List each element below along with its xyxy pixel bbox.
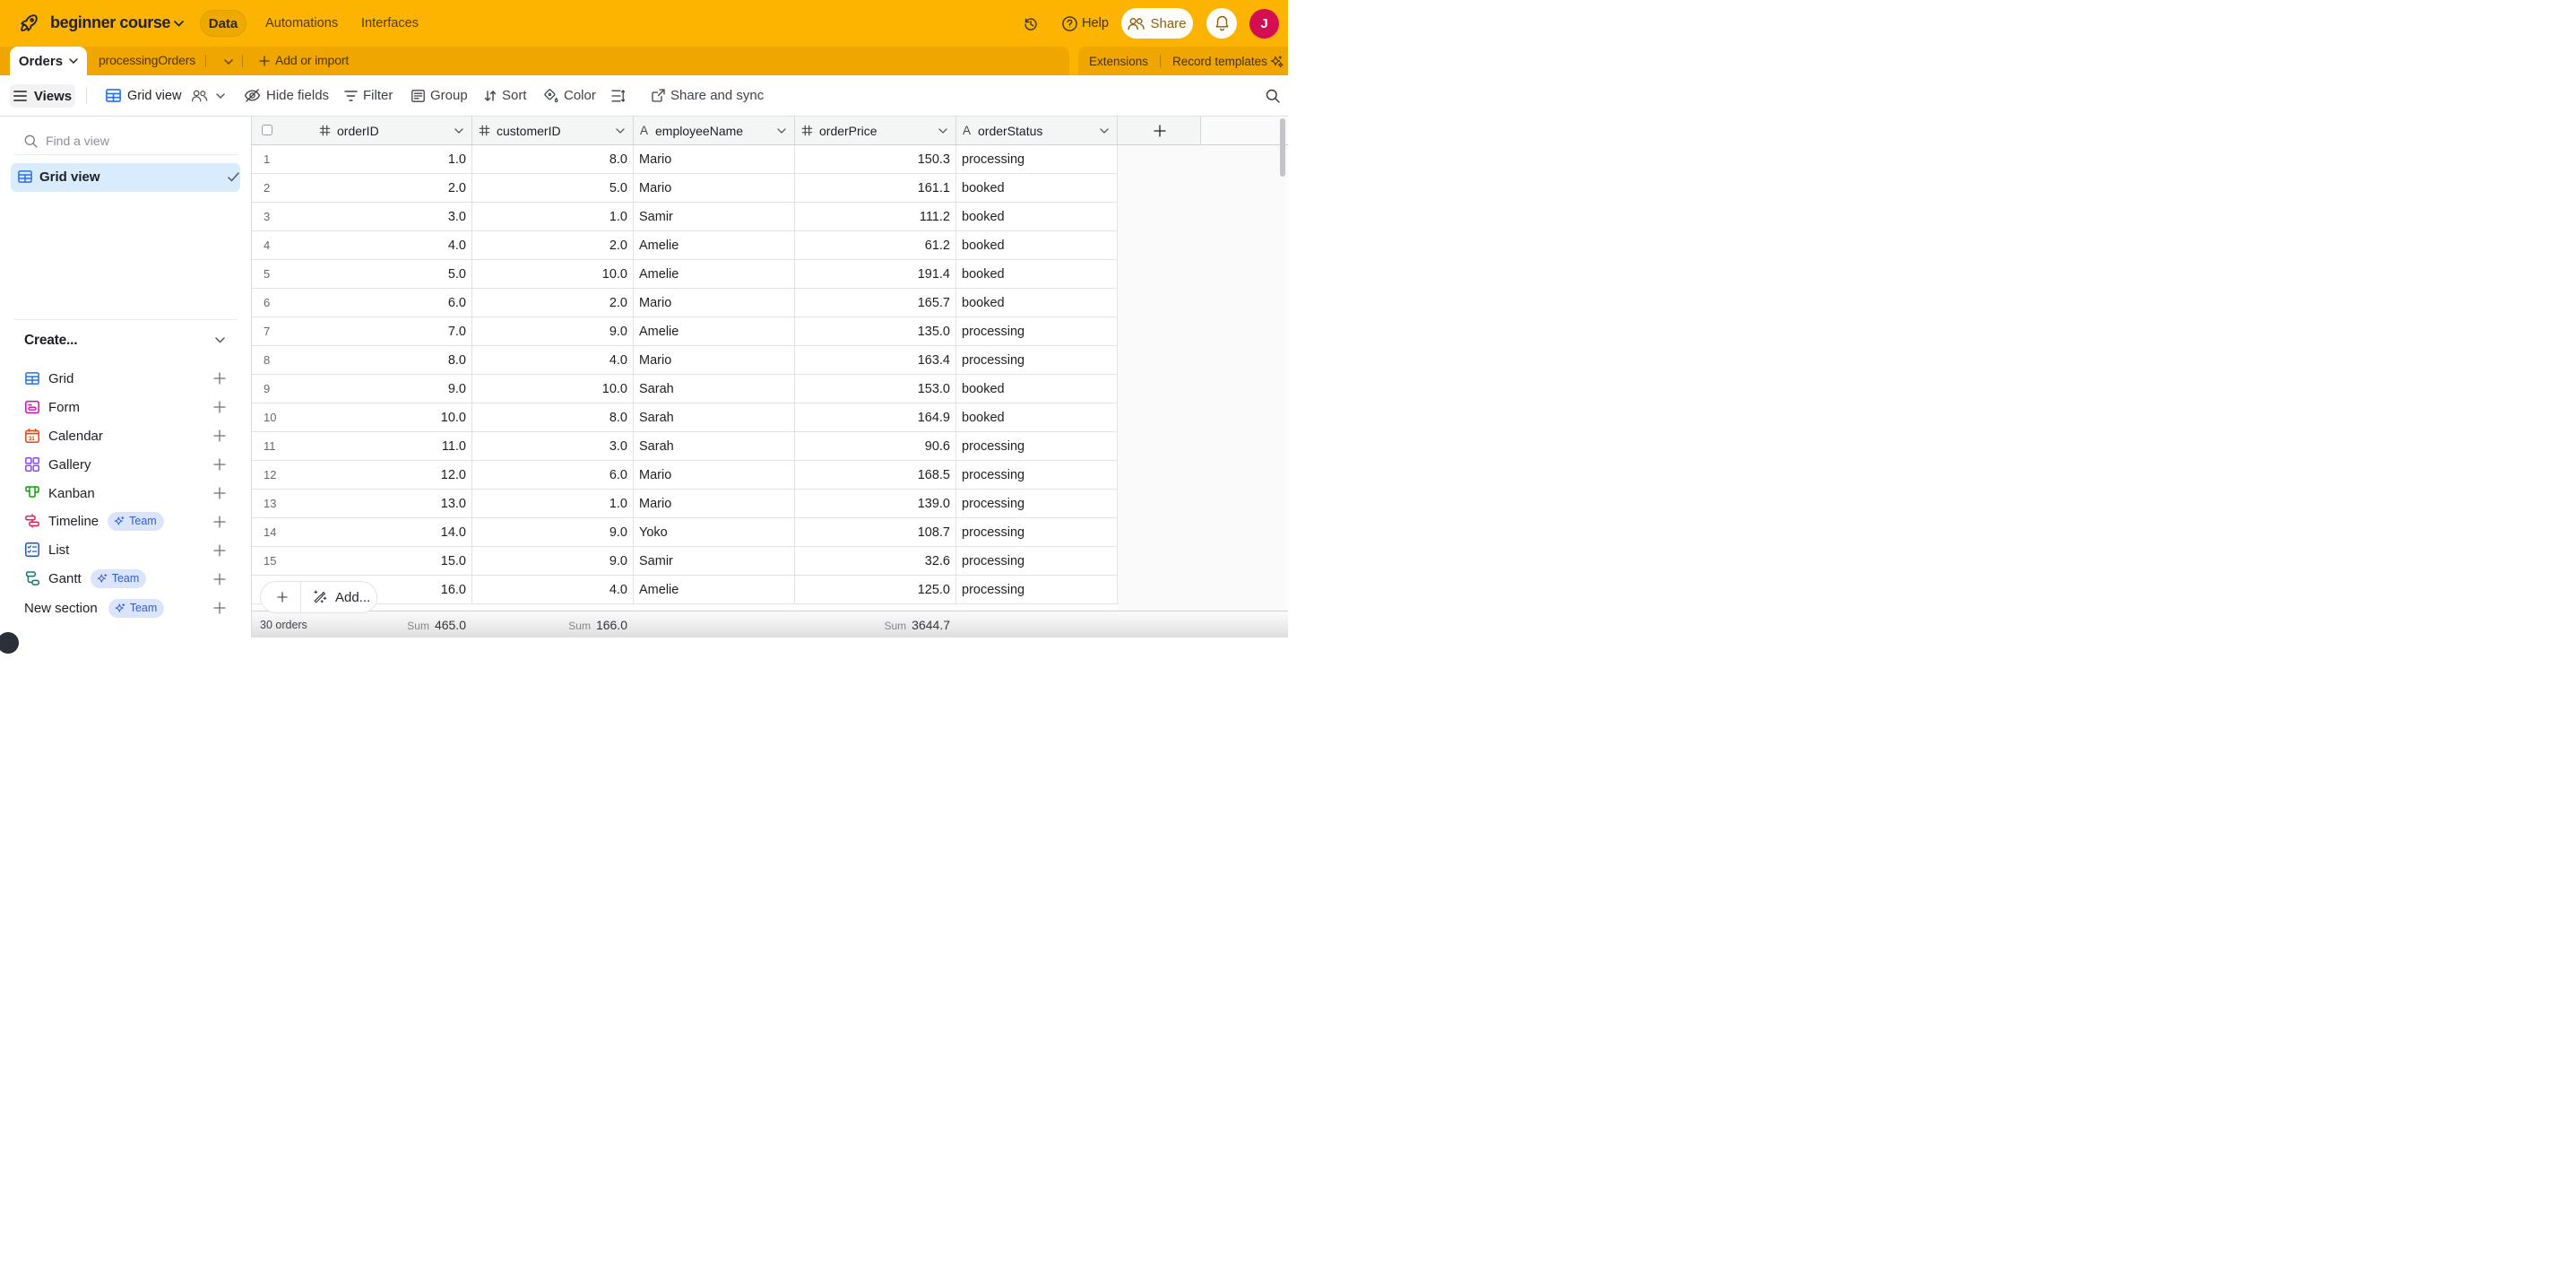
svg-text:31: 31	[29, 436, 36, 442]
